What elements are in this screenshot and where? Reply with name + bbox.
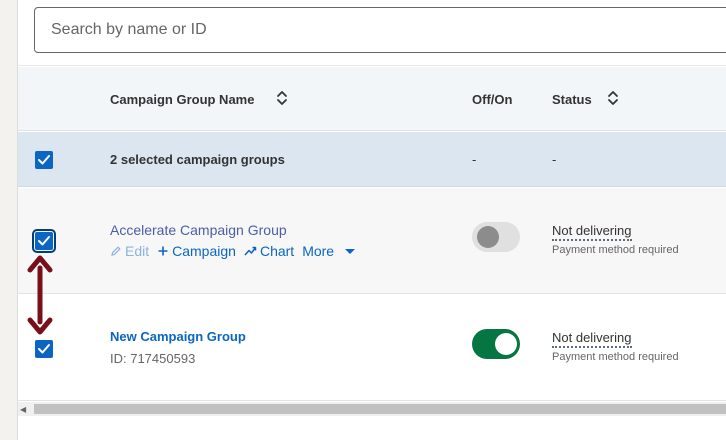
select-all-checkbox[interactable]: [35, 151, 53, 169]
campaign-group-id: ID: 717450593: [110, 351, 196, 366]
toggle-knob: [495, 333, 517, 355]
sort-icon[interactable]: [606, 88, 620, 108]
chart-icon: [244, 246, 257, 256]
horizontal-scrollbar[interactable]: ◀: [18, 402, 726, 416]
selection-offon-placeholder: -: [472, 152, 477, 167]
selection-summary-row: 2 selected campaign groups - -: [18, 132, 726, 187]
search-bar: [18, 0, 726, 66]
more-dropdown[interactable]: More: [302, 243, 357, 259]
scrollbar-thumb[interactable]: [34, 404, 726, 414]
chart-link[interactable]: Chart: [244, 243, 294, 259]
table-row: New Campaign Group ID: 717450593 Not del…: [18, 295, 726, 401]
table-row: Accelerate Campaign Group Edit Campaign …: [18, 188, 726, 294]
row-actions: Edit Campaign Chart More: [110, 243, 357, 259]
double-arrow-icon: [27, 255, 53, 335]
left-rail: [0, 0, 18, 440]
edit-label: Edit: [125, 243, 150, 259]
campaign-label: Campaign: [172, 243, 236, 259]
caret-down-icon: [345, 249, 356, 254]
row-checkbox[interactable]: [32, 229, 56, 253]
campaign-group-link[interactable]: Accelerate Campaign Group: [110, 222, 287, 238]
table-header: Campaign Group Name Off/On Status: [18, 67, 726, 131]
header-status: Status: [552, 92, 592, 107]
chart-label: Chart: [259, 243, 295, 259]
status-detail: Payment method required: [552, 244, 679, 256]
sort-icon[interactable]: [275, 88, 289, 108]
status-label[interactable]: Not delivering: [552, 223, 632, 241]
edit-link[interactable]: Edit: [110, 243, 149, 259]
add-campaign-link[interactable]: Campaign: [157, 243, 236, 259]
status-label[interactable]: Not delivering: [552, 330, 632, 348]
campaign-group-toggle[interactable]: [472, 329, 520, 359]
checkmark-icon: [38, 236, 50, 246]
selection-count-label: 2 selected campaign groups: [110, 152, 285, 167]
pencil-icon: [111, 246, 121, 256]
checkmark-icon: [38, 344, 50, 354]
campaign-groups-panel: Campaign Group Name Off/On Status 2 sele…: [18, 0, 726, 440]
more-label: More: [302, 243, 335, 259]
header-campaign-group-name: Campaign Group Name: [110, 92, 255, 107]
scroll-left-arrow-icon[interactable]: ◀: [20, 405, 26, 414]
plus-icon: [158, 246, 168, 256]
search-input[interactable]: [34, 7, 726, 53]
app-frame: Campaign Group Name Off/On Status 2 sele…: [0, 0, 726, 440]
campaign-group-toggle[interactable]: [472, 222, 520, 252]
status-detail: Payment method required: [552, 351, 679, 363]
campaign-group-link[interactable]: New Campaign Group: [110, 329, 246, 344]
header-off-on: Off/On: [472, 92, 513, 107]
toggle-knob: [477, 226, 499, 248]
selection-status-placeholder: -: [552, 152, 557, 167]
footer-space: [18, 416, 726, 440]
row-checkbox[interactable]: [35, 340, 53, 358]
checkmark-icon: [38, 155, 50, 165]
